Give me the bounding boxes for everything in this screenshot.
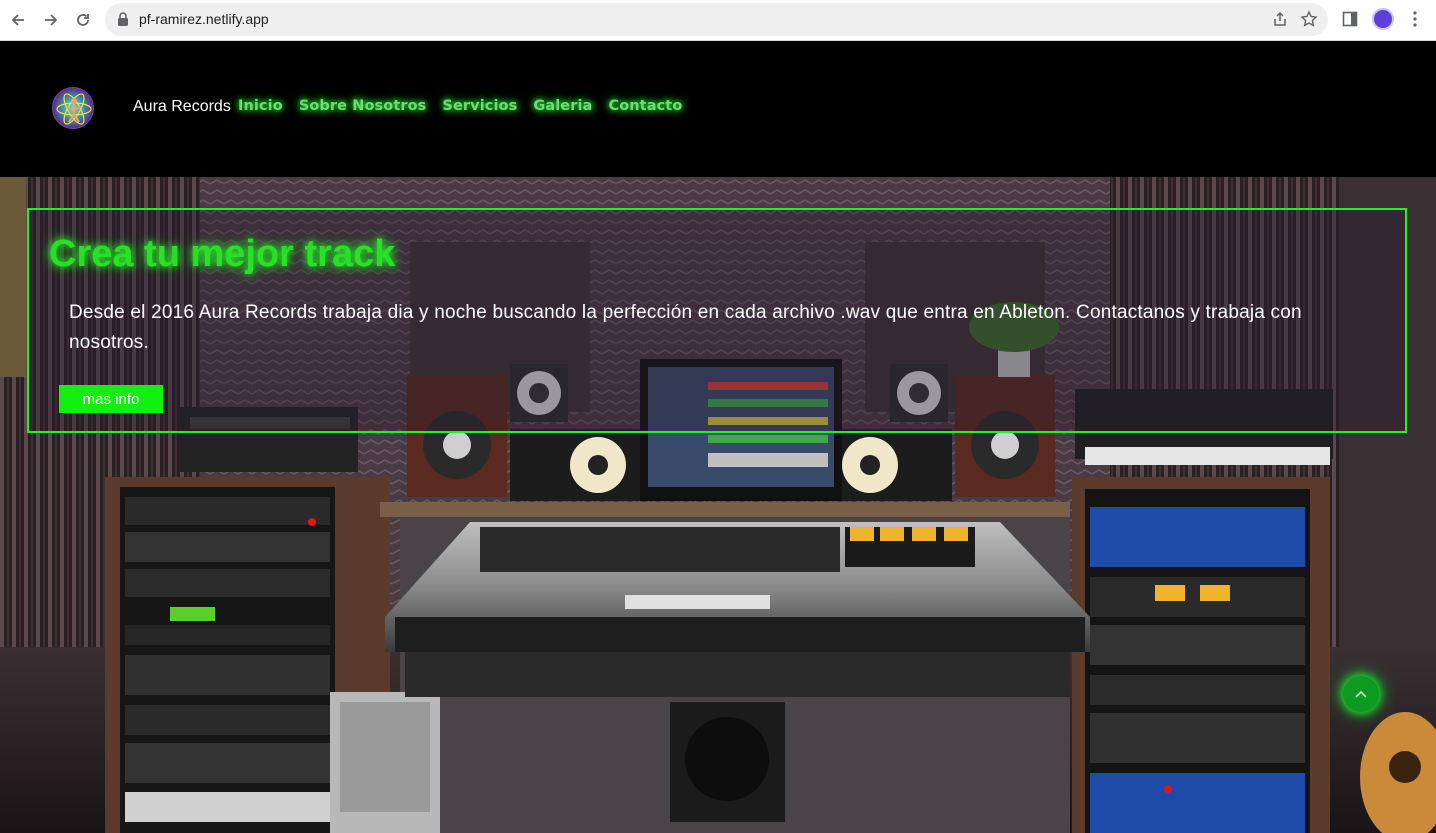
nav-link-inicio[interactable]: Inicio: [238, 98, 283, 114]
brand-name[interactable]: Aura Records: [133, 98, 231, 116]
profile-avatar[interactable]: [1372, 8, 1394, 30]
forward-arrow-icon[interactable]: [39, 8, 63, 32]
hero-title: Crea tu mejor track: [49, 233, 396, 275]
star-icon[interactable]: [1300, 10, 1318, 28]
scroll-to-top-button[interactable]: [1343, 676, 1379, 712]
chevron-up-icon: [1355, 690, 1367, 698]
side-panel-icon[interactable]: [1342, 11, 1358, 27]
site-header: Aura Records Inicio Sobre Nosotros Servi…: [0, 41, 1436, 177]
address-bar[interactable]: pf-ramirez.netlify.app: [105, 3, 1328, 36]
hero-description: Desde el 2016 Aura Records trabaja dia y…: [69, 302, 1302, 353]
main-nav: Inicio Sobre Nosotros Servicios Galeria …: [238, 98, 682, 114]
hero-section: Crea tu mejor track Desde el 2016 Aura R…: [0, 177, 1436, 833]
nav-link-galeria[interactable]: Galeria: [533, 98, 592, 114]
browser-toolbar: pf-ramirez.netlify.app: [0, 0, 1436, 41]
reload-icon[interactable]: [71, 8, 95, 32]
nav-link-servicios[interactable]: Servicios: [442, 98, 517, 114]
share-icon[interactable]: [1272, 11, 1288, 27]
aura-logo[interactable]: [52, 87, 94, 129]
nav-link-contacto[interactable]: Contacto: [608, 98, 682, 114]
mas-info-button[interactable]: mas info: [59, 385, 163, 413]
back-arrow-icon[interactable]: [6, 8, 30, 32]
nav-link-sobre-nosotros[interactable]: Sobre Nosotros: [299, 98, 427, 114]
lock-icon: [118, 12, 128, 26]
url-text: pf-ramirez.netlify.app: [139, 11, 269, 27]
hero-card: Crea tu mejor track Desde el 2016 Aura R…: [27, 208, 1407, 433]
more-menu-icon[interactable]: [1410, 10, 1420, 28]
